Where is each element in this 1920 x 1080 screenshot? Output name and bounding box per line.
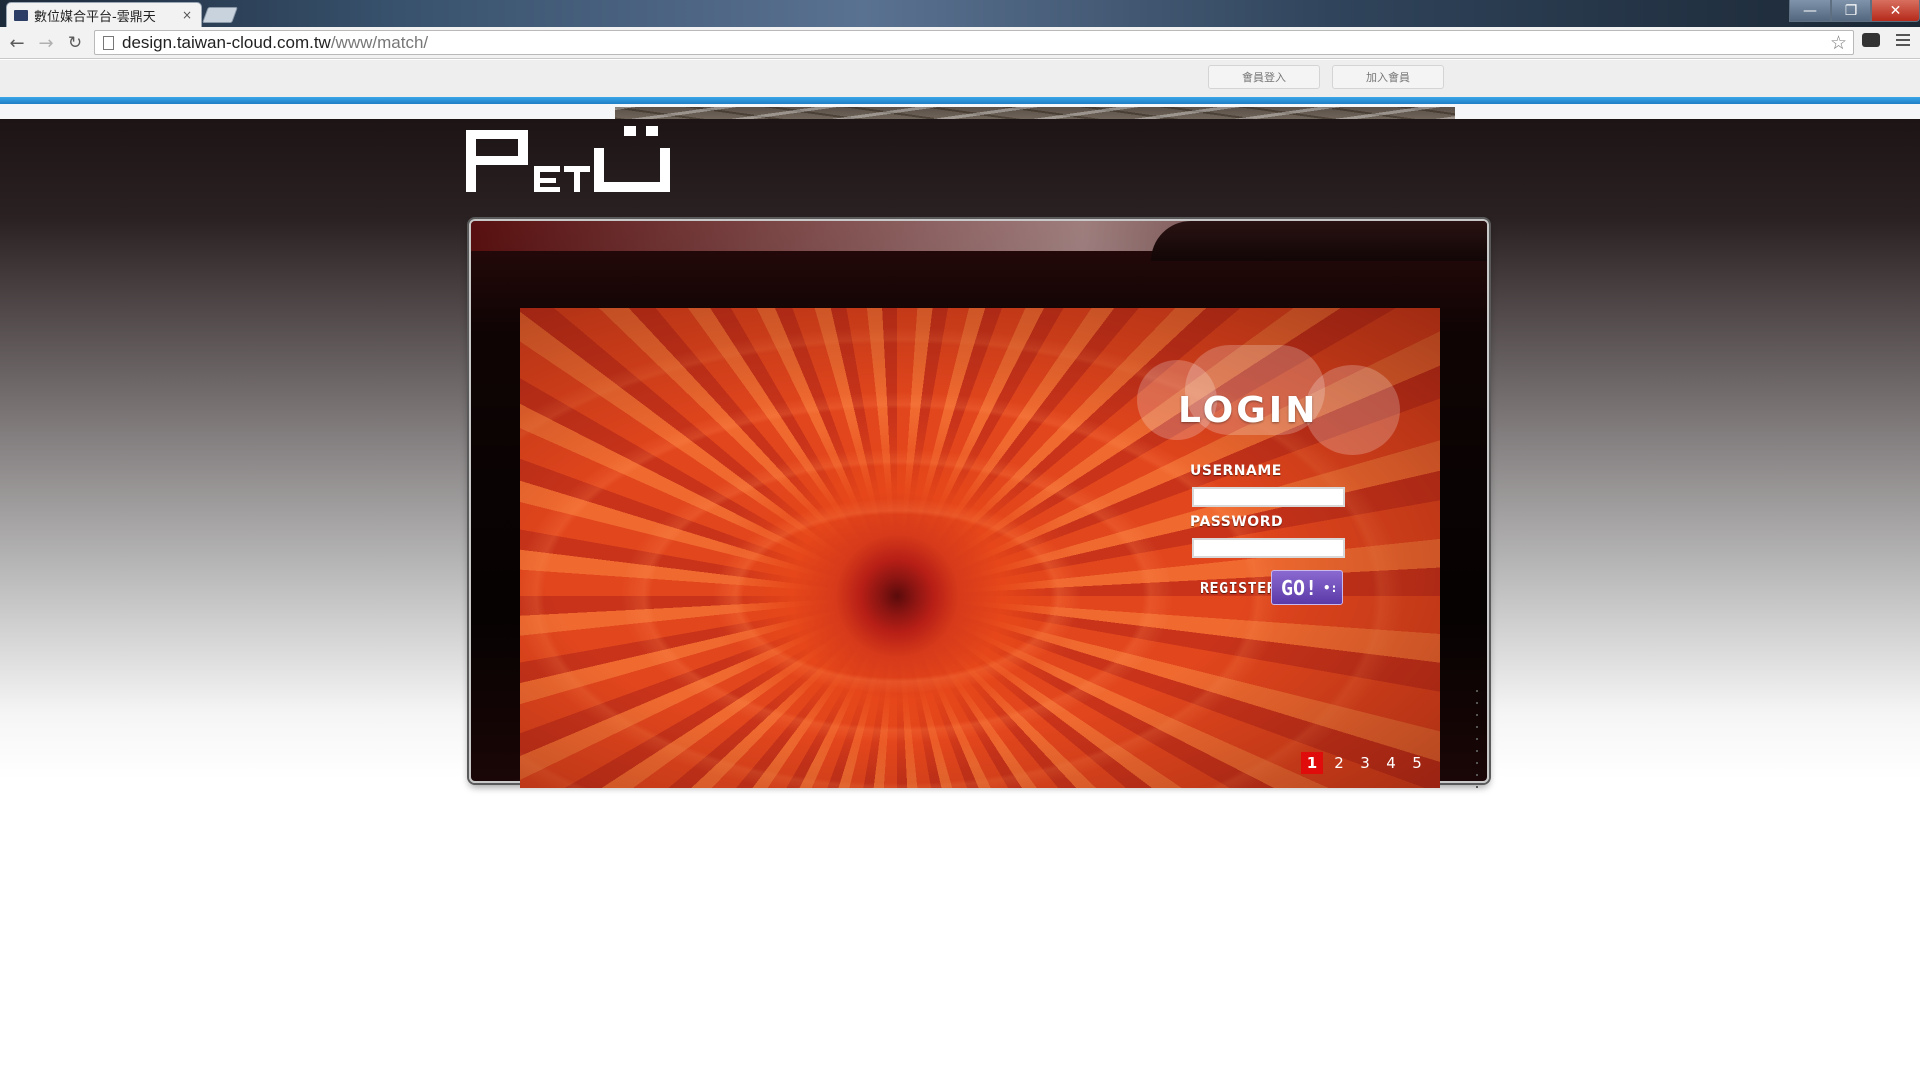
browser-tab[interactable]: 數位媒合平台-雲鼎天 × <box>6 2 202 27</box>
new-tab-button[interactable] <box>202 7 238 23</box>
password-label: PASSWORD <box>1190 514 1284 530</box>
frame-brand-logo <box>942 796 1018 822</box>
address-bar[interactable]: design.taiwan-cloud.com.tw/www/match/ ☆ <box>94 30 1854 55</box>
go-button[interactable]: GO! •: <box>1271 570 1343 605</box>
go-dots: •: <box>1323 580 1338 595</box>
browser-toolbar: ← → ↻ design.taiwan-cloud.com.tw/www/mat… <box>0 27 1920 59</box>
url-text: design.taiwan-cloud.com.tw/www/match/ <box>122 33 428 53</box>
username-label: USERNAME <box>1190 463 1282 479</box>
reload-icon[interactable]: ↻ <box>63 31 87 55</box>
menu-icon[interactable] <box>1896 34 1910 46</box>
extension-icon[interactable] <box>1862 33 1880 47</box>
tab-title: 數位媒合平台-雲鼎天 <box>34 9 156 25</box>
window-titlebar: 數位媒合平台-雲鼎天 × — ❐ ✕ <box>0 0 1920 27</box>
tab-close-icon[interactable]: × <box>182 8 192 22</box>
minimize-button[interactable]: — <box>1789 0 1831 22</box>
slide-page-2[interactable]: 2 <box>1328 752 1350 774</box>
slide-page-3[interactable]: 3 <box>1354 752 1376 774</box>
go-label: GO! <box>1281 575 1318 600</box>
maximize-button[interactable]: ❐ <box>1831 0 1871 22</box>
frame-side-dots <box>1476 690 1478 790</box>
frame-gloss-dark <box>1151 221 1487 261</box>
member-login-button[interactable]: 會員登入 <box>1208 65 1320 89</box>
member-bar: 會員登入 加入會員 <box>0 60 1920 98</box>
slide-page-4[interactable]: 4 <box>1380 752 1402 774</box>
slide-page-1[interactable]: 1 <box>1301 752 1323 774</box>
back-arrow-icon[interactable]: ← <box>5 31 29 55</box>
site-favicon-icon <box>14 9 28 21</box>
join-member-button[interactable]: 加入會員 <box>1332 65 1444 89</box>
slide-page-5[interactable]: 5 <box>1406 752 1428 774</box>
url-path: /www/match/ <box>330 32 429 52</box>
star-icon[interactable]: ☆ <box>1830 32 1847 54</box>
register-button[interactable]: REGISTER <box>1200 577 1276 599</box>
blue-divider <box>0 97 1920 104</box>
forward-arrow-icon[interactable]: → <box>34 31 58 55</box>
password-input[interactable] <box>1192 538 1345 558</box>
login-title: LOGIN <box>1178 390 1319 431</box>
username-input[interactable] <box>1192 487 1345 507</box>
close-window-button[interactable]: ✕ <box>1871 0 1920 22</box>
url-host: design.taiwan-cloud.com.tw <box>122 32 331 52</box>
brand-logo[interactable] <box>466 126 670 196</box>
page-icon <box>103 35 114 50</box>
